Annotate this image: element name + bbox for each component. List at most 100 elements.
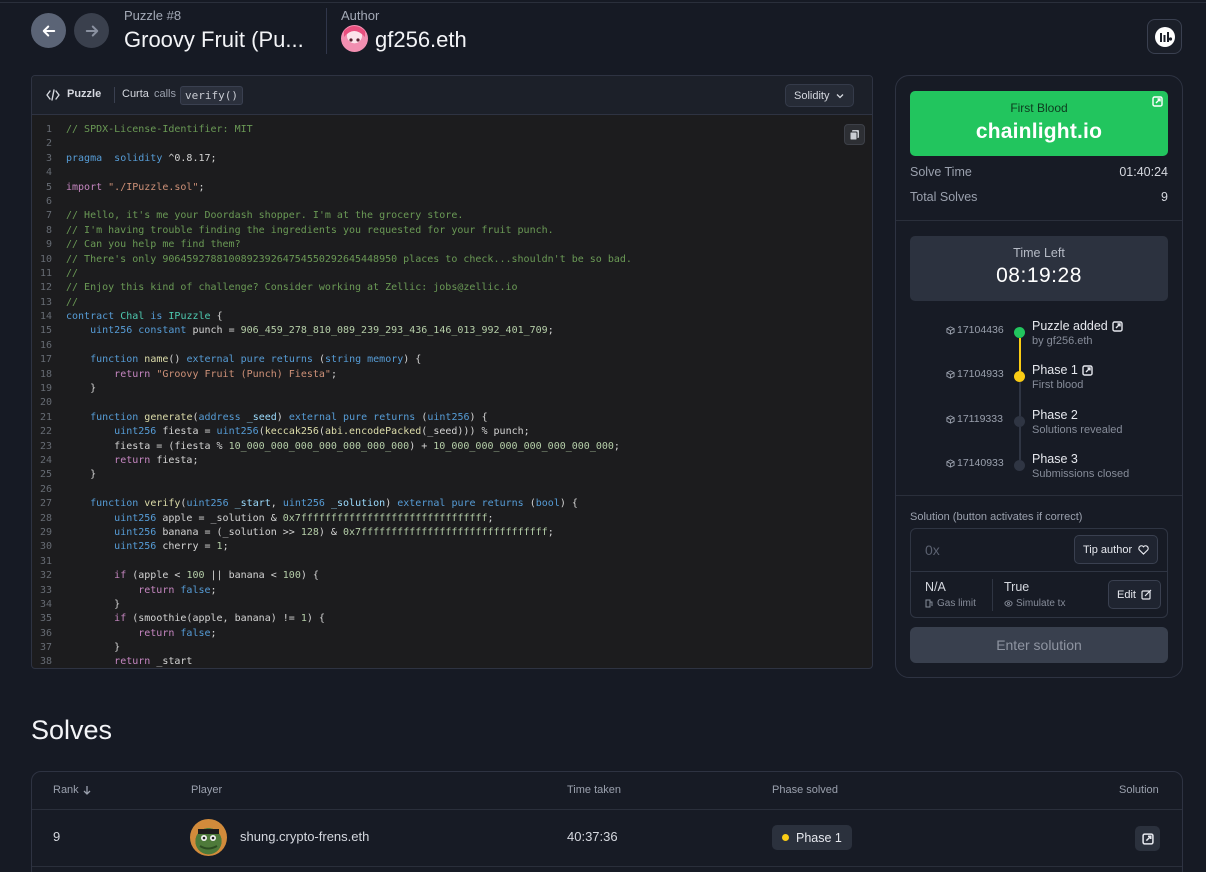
code-line: 31 — [32, 555, 872, 569]
line-number: 16 — [39, 339, 52, 351]
line-number: 1 — [45, 124, 52, 135]
edit-button[interactable]: Edit — [1108, 580, 1161, 609]
phase-title[interactable]: Puzzle added — [1032, 319, 1123, 333]
line-number: 35 — [39, 613, 52, 625]
gas-limit-text: Gas limit — [937, 598, 976, 609]
time-taken-cell: 40:37:36 — [567, 829, 618, 844]
back-button[interactable] — [31, 13, 66, 48]
code-line: 10 // There's only 9064592788100892392647… — [32, 253, 872, 267]
language-select[interactable]: Solidity — [785, 84, 855, 107]
enter-solution-button[interactable]: Enter solution — [910, 627, 1168, 663]
line-code: function name() external pure returns (s… — [90, 354, 422, 366]
divider — [992, 579, 993, 611]
first-blood-card[interactable]: First Blood chainlight.io — [910, 91, 1168, 156]
author-avatar[interactable] — [341, 25, 368, 52]
line-number: 7 — [45, 210, 52, 222]
line-number: 6 — [45, 195, 52, 207]
line-code: return fiesta; — [114, 454, 199, 466]
gas-limit-value: N/A — [925, 580, 946, 594]
line-number: 36 — [39, 627, 52, 639]
cube-icon — [946, 325, 955, 335]
total-solves-value: 9 — [1161, 190, 1168, 204]
rank-cell: 9 — [53, 829, 61, 844]
phase-subtitle: Submissions closed — [1032, 468, 1130, 480]
phase-subtitle: by gf256.eth — [1032, 335, 1093, 347]
author-label: Author — [341, 8, 380, 23]
divider — [32, 809, 1182, 810]
player-name[interactable]: shung.crypto-frens.eth — [240, 829, 369, 844]
line-number: 2 — [45, 138, 52, 150]
edit-icon — [1141, 589, 1152, 600]
timeline-connector — [1019, 382, 1021, 416]
code-line: 30 uint256 cherry = 1; — [32, 540, 872, 554]
line-code: // SPDX-License-Identifier: MIT — [66, 124, 253, 135]
timeline-dot — [1014, 371, 1025, 382]
solution-form: 0x Tip author N/A Gas limit True Simulat… — [910, 528, 1168, 618]
code-panel-header: Puzzle Curta calls verify() Solidity — [32, 76, 872, 115]
code-content: 1 // SPDX-License-Identifier: MIT 2 3 pragma… — [32, 123, 872, 668]
code-line: 23 fiesta = (fiesta % 10_000_000_000_000… — [32, 440, 872, 454]
simulate-value: True — [1004, 580, 1030, 594]
line-code: // — [66, 296, 79, 308]
time-left-card: Time Left 08:19:28 — [910, 236, 1168, 301]
simulate-label: Simulate tx — [1004, 598, 1065, 609]
forward-button[interactable] — [74, 13, 109, 48]
arrow-left-icon — [42, 25, 55, 36]
line-number: 17 — [39, 354, 52, 366]
code-line: 27 function verify(uint256 _start, uint2… — [32, 497, 872, 511]
column-header-solution: Solution — [1119, 784, 1159, 796]
code-line: 17 function name() external pure returns… — [32, 353, 872, 367]
code-line: 18 return "Groovy Fruit (Punch) Fiesta"; — [32, 368, 872, 382]
code-line: 15 uint256 constant punch = 906_459_278_… — [32, 324, 872, 338]
line-number: 3 — [45, 152, 52, 164]
solution-input[interactable]: 0x — [925, 542, 940, 558]
code-line: 11 // — [32, 267, 872, 281]
total-solves-label: Total Solves — [910, 190, 978, 204]
connect-wallet-button[interactable] — [1147, 19, 1182, 54]
line-code: uint256 cherry = 1; — [114, 541, 229, 553]
heart-icon — [1138, 544, 1149, 555]
divider — [32, 866, 1182, 867]
player-avatar[interactable] — [190, 819, 227, 856]
line-number: 30 — [39, 541, 52, 553]
line-code: } — [66, 469, 97, 481]
line-number: 38 — [39, 656, 52, 668]
code-line: 3 pragma solidity ^0.8.17; — [32, 152, 872, 166]
line-code: // There's only 906459278810089239264754… — [66, 253, 632, 265]
line-code: // Hello, it's me your Doordash shopper.… — [66, 210, 464, 222]
line-number: 12 — [39, 282, 52, 294]
cube-icon — [946, 458, 955, 468]
line-code: import "./IPuzzle.sol"; — [66, 181, 205, 193]
phase-title-text: Puzzle added — [1032, 319, 1108, 333]
column-header-rank[interactable]: Rank — [53, 784, 92, 796]
view-solution-button[interactable] — [1135, 826, 1160, 851]
line-code: uint256 apple = _solution & 0x7fffffffff… — [114, 512, 494, 524]
time-left-value: 08:19:28 — [996, 264, 1082, 287]
line-number: 5 — [45, 181, 52, 193]
code-line: 4 — [32, 166, 872, 180]
tip-author-button[interactable]: Tip author — [1074, 535, 1159, 564]
line-number: 14 — [39, 311, 52, 323]
puzzle-tab[interactable]: Puzzle — [67, 88, 101, 100]
line-number: 28 — [39, 512, 52, 524]
line-number: 25 — [39, 469, 52, 481]
line-code: uint256 banana = (_solution >> 128) & 0x… — [114, 526, 554, 538]
author-name[interactable]: gf256.eth — [375, 27, 467, 53]
phase-title[interactable]: Phase 1 — [1032, 363, 1093, 377]
line-number: 34 — [39, 598, 52, 610]
code-line: 36 return false; — [32, 627, 872, 641]
edit-label: Edit — [1117, 588, 1136, 601]
line-number: 26 — [39, 483, 52, 495]
code-line: 20 — [32, 396, 872, 410]
top-border — [0, 2, 1206, 3]
phase-title: Phase 3 — [1032, 452, 1078, 466]
code-line: 32 if (apple < 100 || banana < 100) { — [32, 569, 872, 583]
puzzle-number: Puzzle #8 — [124, 8, 182, 23]
line-code: } — [66, 598, 121, 610]
code-line: 37 } — [32, 641, 872, 655]
code-line: 8 // I'm having trouble finding the ingre… — [32, 224, 872, 238]
line-code: return false; — [138, 627, 217, 639]
